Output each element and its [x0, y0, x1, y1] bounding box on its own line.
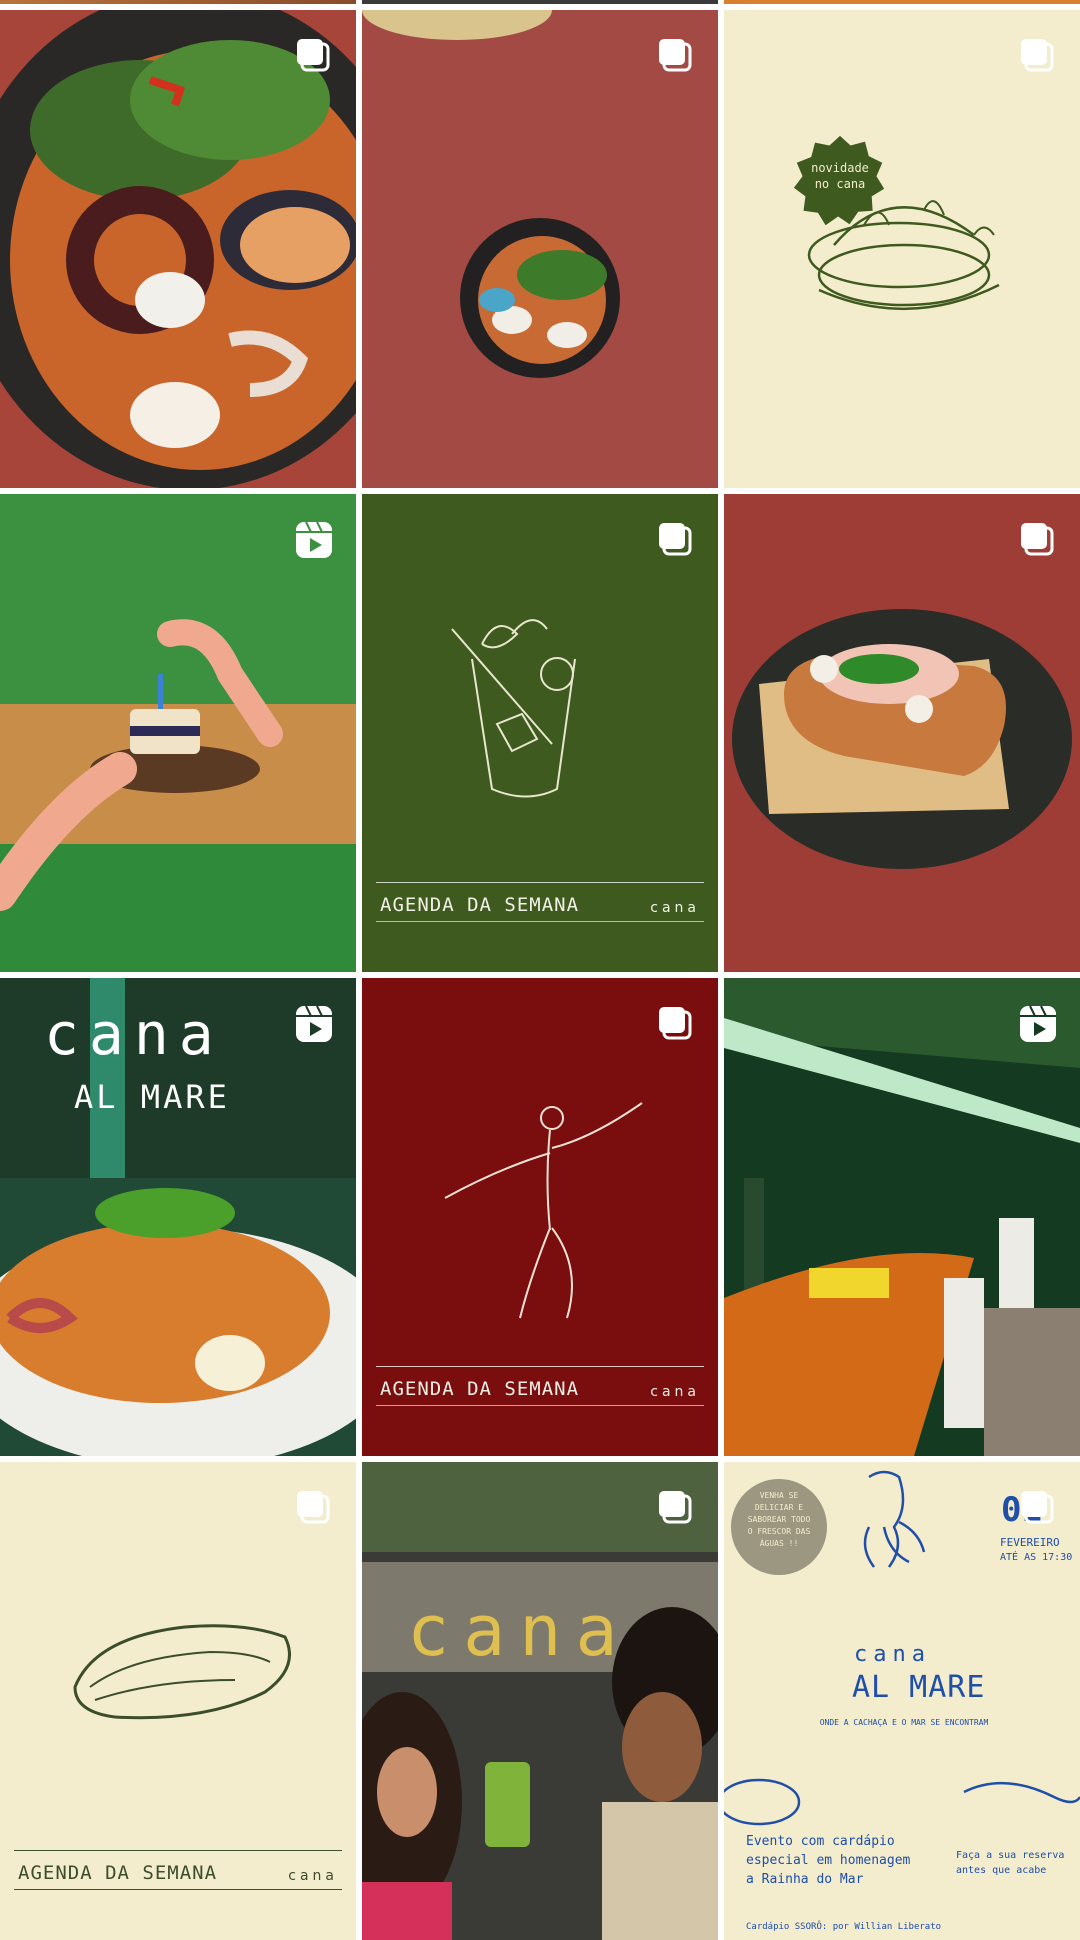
al-mare-brand: cana: [44, 1000, 224, 1068]
carousel-icon: [294, 36, 334, 76]
post-thumbnail-seafood-rice[interactable]: [0, 10, 356, 488]
stamp-line-1: novidade: [811, 161, 869, 175]
reels-icon: [294, 520, 334, 560]
divider: [376, 1405, 704, 1406]
previous-row-strip: [0, 0, 356, 4]
post-thumbnail-event-poster[interactable]: VENHA SE DELICIAR E SABOREAR TODO O FRES…: [724, 1462, 1080, 1940]
poster-brand: cana: [854, 1642, 931, 1667]
cake-photo: [0, 494, 356, 972]
bowl-on-table-photo: [362, 10, 718, 488]
lobster-roll-photo: [724, 494, 1080, 972]
bubble-line: O FRESCOR DAS: [747, 1527, 811, 1536]
post-thumbnail-lobster-roll[interactable]: [724, 494, 1080, 972]
toast-photo: [362, 1462, 718, 1940]
post-thumbnail-agenda-green[interactable]: AGENDA DA SEMANA cana: [362, 494, 718, 972]
reels-icon: [1018, 1004, 1058, 1044]
brand-label: cana: [650, 1384, 700, 1400]
cta-line: antes que acabe: [956, 1865, 1047, 1876]
neon-sign: cana: [407, 1590, 632, 1672]
profile-posts-grid: novidade no cana AGENDA DA SEMANA cana c…: [0, 0, 1080, 1940]
agenda-banner: AGENDA DA SEMANA cana: [376, 882, 704, 916]
event-line: Evento com cardápio: [746, 1834, 895, 1849]
carousel-icon: [1018, 520, 1058, 560]
divider: [14, 1889, 342, 1890]
sandwich-sketch: [724, 10, 1080, 488]
poster-subtitle: ONDE A CACHAÇA E O MAR SE ENCONTRAM: [819, 1718, 989, 1727]
carousel-icon: [1018, 36, 1058, 76]
reels-icon: [294, 1004, 334, 1044]
post-thumbnail-agenda-wine[interactable]: AGENDA DA SEMANA cana: [362, 978, 718, 1456]
bar-interior-photo: [724, 978, 1080, 1456]
seafood-rice-photo: [0, 10, 356, 488]
bubble-line: DELICIAR E: [754, 1503, 804, 1512]
agenda-title: AGENDA DA SEMANA: [380, 1378, 580, 1400]
carousel-icon: [1018, 1488, 1058, 1528]
carousel-icon: [656, 1004, 696, 1044]
menu-credit: Cardápio SSORÔ: por Willian Liberato: [746, 1922, 942, 1932]
event-month: FEVEREIRO: [1000, 1536, 1060, 1549]
post-thumbnail-cake-reel[interactable]: [0, 494, 356, 972]
al-mare-title: AL MARE: [74, 1078, 230, 1116]
post-thumbnail-bar-reel[interactable]: [724, 978, 1080, 1456]
post-thumbnail-agenda-mussel[interactable]: AGENDA DA SEMANA cana: [0, 1462, 356, 1940]
cta-line: Faça a sua reserva: [956, 1850, 1065, 1861]
event-line: especial em homenagem: [746, 1853, 911, 1868]
promo-bubble: VENHA SE DELICIAR E SABOREAR TODO O FRES…: [734, 1490, 824, 1550]
bubble-line: SABOREAR TODO: [747, 1515, 811, 1524]
divider: [376, 921, 704, 922]
brand-label: cana: [288, 1868, 338, 1884]
post-thumbnail-al-mare-reel[interactable]: cana AL MARE: [0, 978, 356, 1456]
post-thumbnail-novidade[interactable]: novidade no cana: [724, 10, 1080, 488]
stamp-line-2: no cana: [814, 177, 866, 191]
brand-label: cana: [650, 900, 700, 916]
carousel-icon: [656, 36, 696, 76]
event-line: a Rainha do Mar: [746, 1872, 864, 1887]
bubble-line: ÁGUAS !!: [759, 1539, 799, 1548]
previous-row-strip: [362, 0, 718, 4]
event-description: Evento com cardápio especial em homenage…: [746, 1832, 910, 1889]
carousel-icon: [656, 520, 696, 560]
reservation-cta: Faça a sua reserva antes que acabe: [956, 1848, 1064, 1878]
agenda-banner: AGENDA DA SEMANA cana: [14, 1850, 342, 1884]
agenda-banner: AGENDA DA SEMANA cana: [376, 1366, 704, 1400]
poster-title: AL MARE: [852, 1670, 986, 1705]
post-thumbnail-toast[interactable]: cana: [362, 1462, 718, 1940]
agenda-title: AGENDA DA SEMANA: [380, 894, 580, 916]
previous-row-strip: [724, 0, 1080, 4]
event-time: ATÉ AS 17:30: [1000, 1552, 1073, 1563]
carousel-icon: [656, 1488, 696, 1528]
carousel-icon: [294, 1488, 334, 1528]
post-thumbnail-bowl-table[interactable]: [362, 10, 718, 488]
agenda-title: AGENDA DA SEMANA: [18, 1862, 218, 1884]
bubble-line: VENHA SE: [759, 1491, 799, 1500]
